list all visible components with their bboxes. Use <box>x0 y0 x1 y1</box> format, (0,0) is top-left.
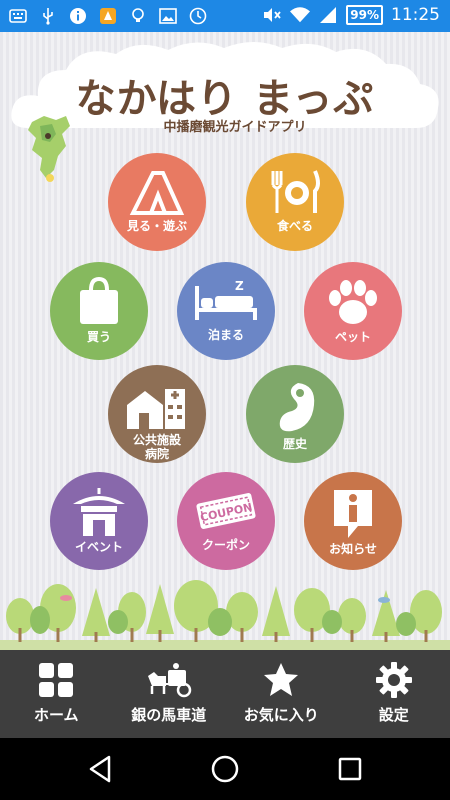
app-notification-icon <box>98 6 118 26</box>
nav-home-tab[interactable]: ホーム <box>0 650 113 738</box>
nav-favorites-tab[interactable]: お気に入り <box>225 650 338 738</box>
menu-label: クーポン <box>201 538 250 552</box>
nav-silver-road-tab[interactable]: 銀の馬車道 <box>113 650 226 738</box>
menu-stay-button[interactable]: Z 泊まる <box>177 262 275 360</box>
nav-settings-tab[interactable]: 設定 <box>338 650 450 738</box>
app-subtitle: 中播磨観光ガイドアプリ <box>163 120 307 135</box>
menu-history-button[interactable]: 歴史 <box>246 365 344 463</box>
hospital-icon <box>127 389 185 429</box>
menu-news-button[interactable]: お知らせ <box>304 472 402 570</box>
info-icon <box>334 490 372 538</box>
meal-icon <box>271 170 320 213</box>
menu-label: 買う <box>86 330 111 344</box>
home-icon[interactable] <box>208 752 242 786</box>
menu-event-button[interactable]: イベント <box>50 472 148 570</box>
gear-icon <box>375 662 412 698</box>
status-bar: 99% 11:25 <box>0 0 450 32</box>
tent-icon <box>129 171 185 215</box>
status-time: 11:25 <box>391 5 440 25</box>
shrine-icon <box>73 488 125 536</box>
bottom-navigation: ホーム 銀の馬車道 お気に入り 設定 <box>0 650 450 738</box>
svg-text:Z: Z <box>235 279 244 293</box>
menu-pet-button[interactable]: ペット <box>304 262 402 360</box>
menu-coupon-button[interactable]: COUPON クーポン <box>177 472 275 570</box>
region-map-logo <box>28 116 70 182</box>
menu-label: ペット <box>334 330 371 344</box>
signal-icon <box>318 5 338 25</box>
star-icon <box>264 663 299 696</box>
system-navigation-bar <box>0 738 450 800</box>
menu-label: イベント <box>74 540 123 554</box>
menu-buy-button[interactable]: 買う <box>50 262 148 360</box>
coupon-icon: COUPON <box>196 493 256 529</box>
menu-label: 歴史 <box>282 437 307 451</box>
shopping-bag-icon <box>80 276 118 324</box>
battery-indicator: 99% <box>346 5 383 25</box>
nav-label: 設定 <box>378 706 409 724</box>
clock-status-icon <box>188 6 208 26</box>
magatama-icon <box>279 383 315 432</box>
menu-public-facilities-button[interactable]: 公共施設 病院 <box>108 365 206 463</box>
keyboard-icon <box>8 6 28 26</box>
horse-carriage-icon <box>147 663 191 698</box>
menu-label: 泊まる <box>207 328 244 342</box>
recent-apps-icon[interactable] <box>333 752 367 786</box>
mute-icon <box>262 5 282 25</box>
wifi-icon <box>290 5 311 25</box>
menu-eat-button[interactable]: 食べる <box>246 153 344 251</box>
paw-icon <box>329 280 377 324</box>
nav-label: 銀の馬車道 <box>131 706 207 724</box>
trees-illustration <box>0 580 450 650</box>
menu-label: お知らせ <box>329 542 377 556</box>
nav-label: ホーム <box>33 706 79 724</box>
bed-icon: Z <box>195 279 257 320</box>
info-status-icon <box>68 6 88 26</box>
usb-icon <box>38 6 58 26</box>
back-icon[interactable] <box>83 752 117 786</box>
menu-label: 食べる <box>276 219 313 233</box>
menu-label: 見る・遊ぶ <box>126 219 187 233</box>
nav-label: お気に入り <box>243 706 319 724</box>
image-icon <box>158 6 178 26</box>
menu-see-play-button[interactable]: 見る・遊ぶ <box>108 153 206 251</box>
home-grid-icon <box>39 663 74 697</box>
menu-label: 公共施設 病院 <box>132 433 181 461</box>
lightbulb-icon <box>128 6 148 26</box>
